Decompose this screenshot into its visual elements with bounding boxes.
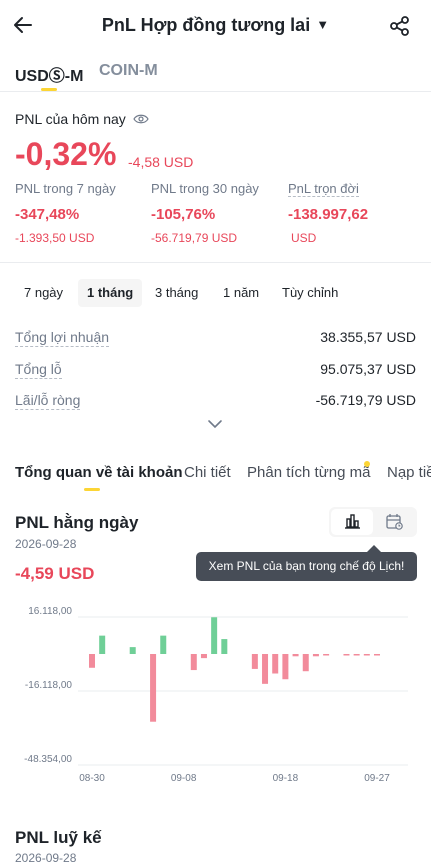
pnl-bar[interactable] (312, 654, 319, 657)
tab-per-symbol[interactable]: Phân tích từng mã (247, 464, 370, 481)
daily-pnl-chart[interactable]: 16.118,00 -16.118,00 -48.354,00 08-30 09-08 0… (0, 605, 431, 790)
daily-pnl-date: 2026-09-28 (15, 537, 77, 551)
cumulative-pnl-date: 2026-09-28 (15, 851, 77, 865)
divider (0, 91, 431, 92)
pnl-bar[interactable] (374, 654, 380, 656)
section-tab-indicator (84, 488, 100, 491)
period-1y-button[interactable]: 1 năm (214, 279, 268, 307)
daily-pnl-title: PNL hằng ngày (15, 513, 139, 532)
today-pnl-usd: -4,58 USD (128, 154, 194, 170)
page-title[interactable]: PnL Hợp đồng tương lai ▼ (0, 15, 431, 36)
tab-details[interactable]: Chi tiết (184, 464, 231, 481)
x-tick-label: 09-08 (171, 773, 197, 784)
total-profit-value: 38.355,57 USD (320, 329, 416, 345)
x-tick-label: 08-30 (79, 773, 105, 784)
view-mode-toggle (329, 507, 417, 537)
pnl-bar[interactable] (211, 617, 218, 654)
bar-chart-icon (345, 514, 360, 529)
x-tick-label: 09-18 (273, 773, 299, 784)
pnl-bar[interactable] (282, 654, 289, 680)
tooltip-arrow (367, 545, 381, 552)
pnl-bar[interactable] (89, 654, 95, 668)
y-tick-label: -48.354,00 (24, 754, 72, 765)
y-tick-label: -16.118,00 (25, 680, 73, 691)
stat-30d-label: PNL trong 30 ngày (151, 181, 259, 196)
header-bar: PnL Hợp đồng tương lai ▼ (0, 0, 431, 52)
pnl-bar[interactable] (302, 654, 309, 672)
pnl-bar[interactable] (160, 635, 167, 654)
stat-7d-sub: -1.393,50 USD (15, 231, 95, 245)
divider (0, 262, 431, 263)
page-title-text: PnL Hợp đồng tương lai (101, 15, 311, 35)
y-tick-label: 16.118,00 (28, 606, 72, 617)
pnl-bar[interactable] (353, 654, 360, 656)
x-tick-label: 09-27 (364, 773, 390, 784)
new-badge-dot (364, 461, 370, 467)
share-icon[interactable] (388, 14, 412, 38)
calendar-icon (386, 514, 403, 530)
period-3m-button[interactable]: 3 tháng (146, 279, 207, 307)
margin-type-tabs: USDⓈ-M COIN-M (0, 58, 431, 94)
pnl-bar[interactable] (200, 654, 207, 659)
tab-usds-m[interactable]: USDⓈ-M (15, 62, 83, 86)
today-pnl-percent: -0,32% (15, 136, 117, 172)
period-1m-button[interactable]: 1 tháng (78, 279, 143, 307)
pnl-bar[interactable] (129, 647, 136, 654)
pnl-bar[interactable] (343, 654, 350, 656)
today-pnl-label-text: PNL của hôm nay (15, 111, 126, 127)
pnl-bar[interactable] (292, 654, 299, 657)
pnl-bar[interactable] (221, 639, 228, 654)
stat-7d-label: PNL trong 7 ngày (15, 181, 116, 196)
total-loss-label[interactable]: Tổng lỗ (15, 361, 62, 379)
eye-icon[interactable] (132, 113, 149, 125)
today-pnl-label: PNL của hôm nay (15, 111, 149, 127)
net-pnl-value: -56.719,79 USD (315, 392, 416, 408)
stat-lifetime-label[interactable]: PnL trọn đời (288, 181, 359, 197)
total-profit-label[interactable]: Tổng lợi nhuận (15, 329, 110, 347)
pnl-bar[interactable] (262, 654, 269, 684)
chevron-down-icon[interactable] (207, 418, 223, 430)
stat-lifetime-sub: USD (291, 231, 317, 245)
stat-lifetime-value: -138.997,62 (288, 206, 369, 223)
stat-30d-sub: -56.719,79 USD (151, 231, 238, 245)
caret-down-icon: ▼ (316, 17, 330, 32)
bar-view-button[interactable] (331, 509, 373, 535)
pnl-bar[interactable] (363, 654, 370, 656)
cumulative-pnl-title: PNL luỹ kế (15, 828, 102, 847)
daily-pnl-value: -4,59 USD (15, 564, 95, 583)
stat-7d-value: -347,48% (15, 206, 80, 223)
pnl-bar[interactable] (272, 654, 279, 674)
stat-30d-value: -105,76% (151, 206, 216, 223)
tab-deposit[interactable]: Nạp tiền (387, 464, 431, 481)
pnl-bar[interactable] (99, 635, 106, 654)
period-custom-button[interactable]: Tùy chỉnh (273, 279, 347, 307)
pnl-bar[interactable] (251, 654, 258, 669)
pnl-bar[interactable] (150, 654, 157, 722)
period-7d-button[interactable]: 7 ngày (15, 279, 72, 307)
period-selector: 7 ngày 1 tháng 3 tháng 1 năm Tùy chỉnh (0, 279, 431, 307)
tab-account-overview[interactable]: Tổng quan về tài khoản (15, 464, 183, 481)
pnl-bar[interactable] (190, 654, 197, 671)
net-pnl-label[interactable]: Lãi/lỗ ròng (15, 392, 81, 410)
total-loss-value: 95.075,37 USD (320, 361, 416, 377)
calendar-tooltip[interactable]: Xem PNL của bạn trong chế độ Lịch! (196, 552, 417, 581)
pnl-bar[interactable] (323, 654, 330, 656)
calendar-view-button[interactable] (373, 509, 415, 535)
tab-coin-m[interactable]: COIN-M (99, 62, 158, 80)
